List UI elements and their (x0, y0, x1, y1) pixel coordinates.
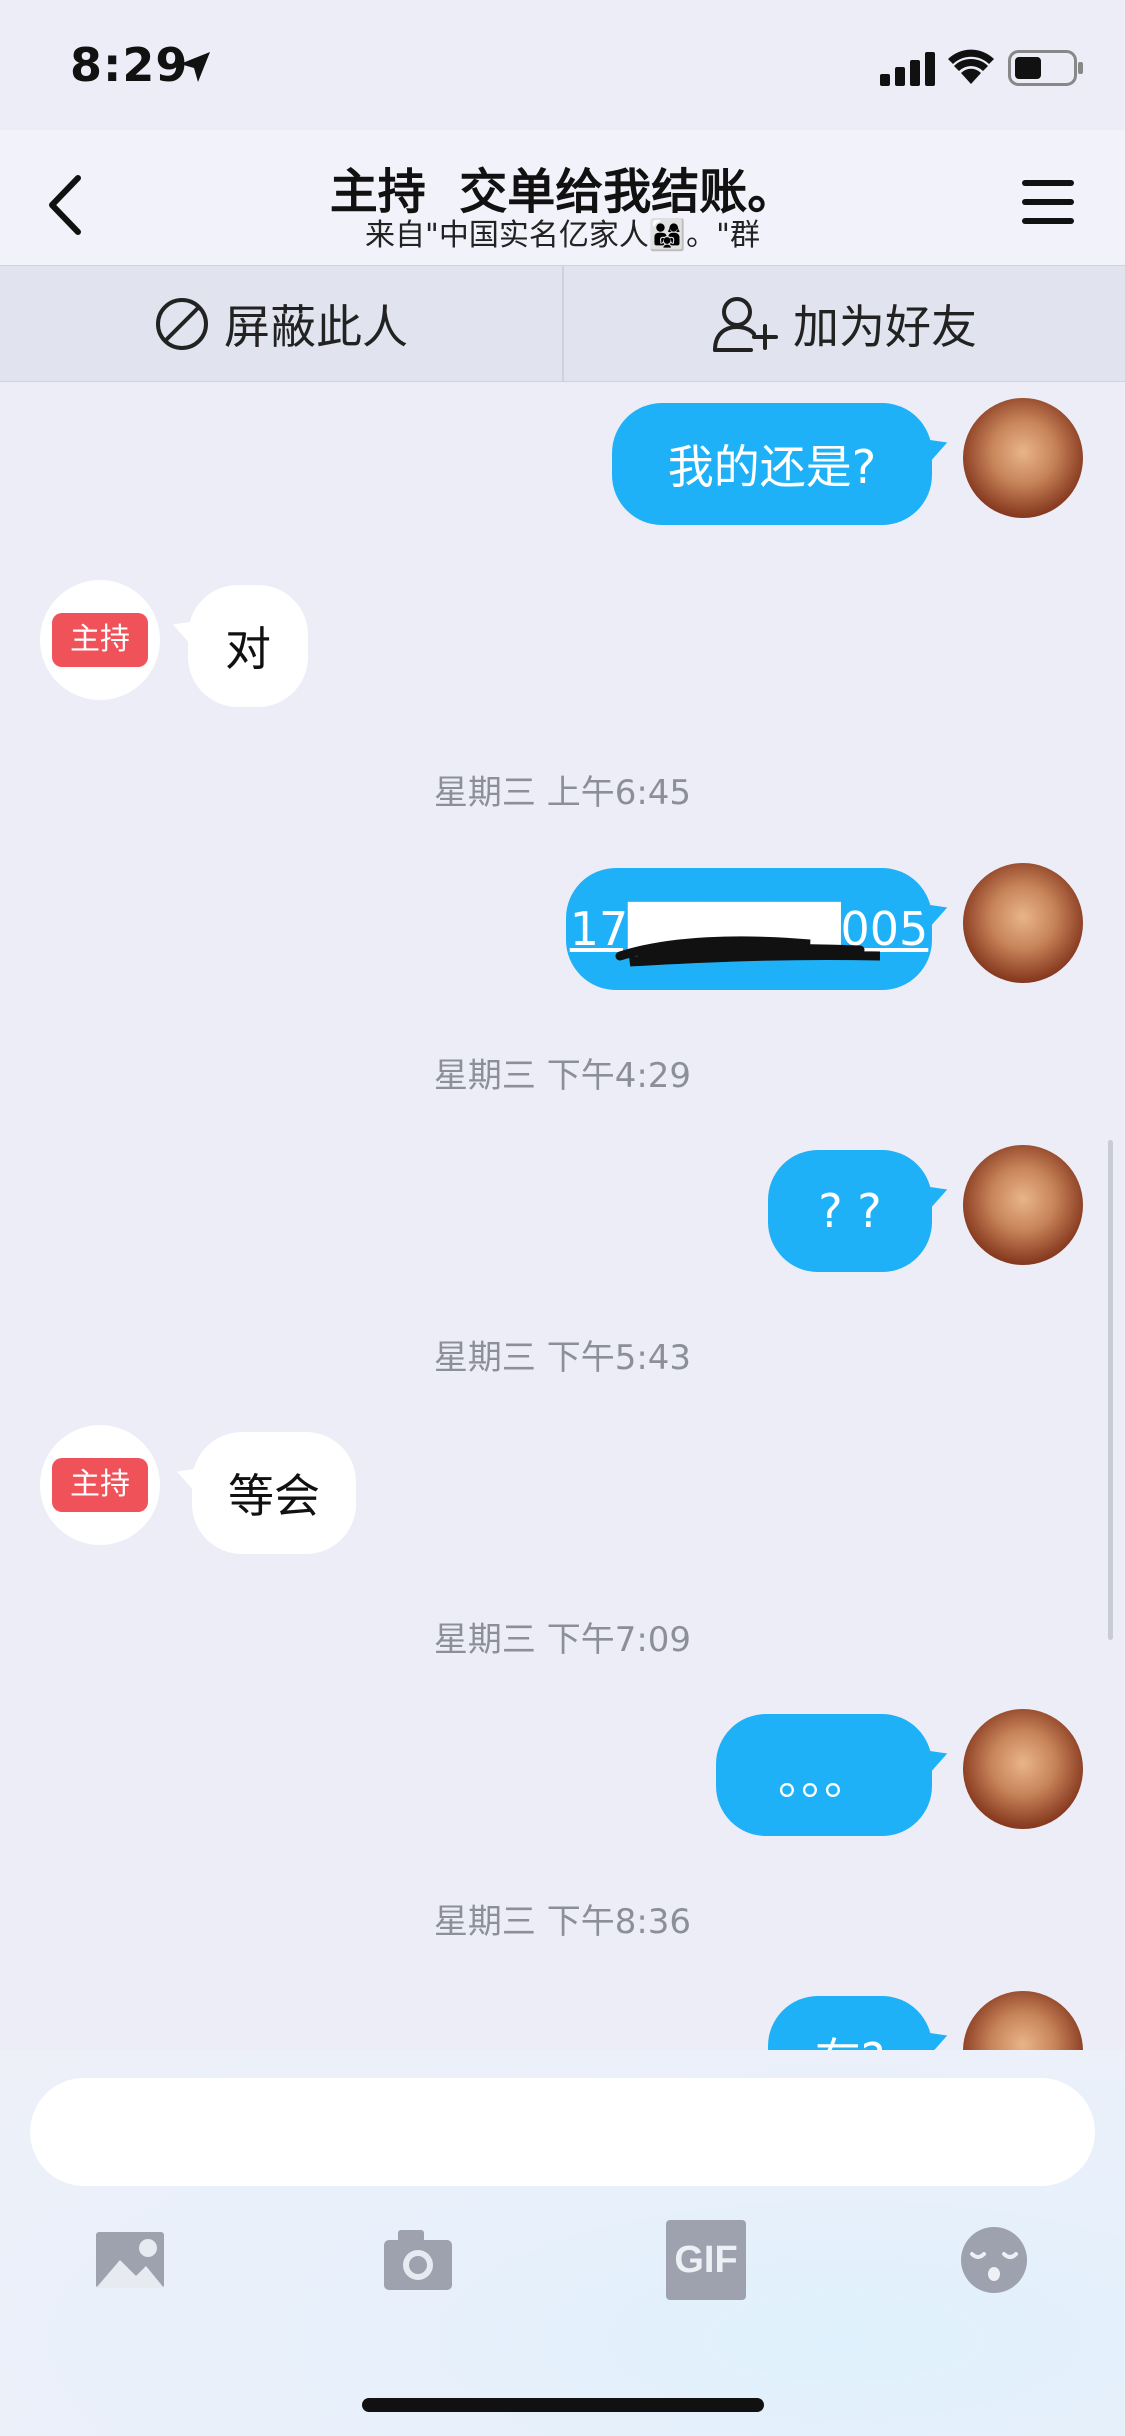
wifi-icon (948, 49, 994, 84)
timestamp: 星期三 下午5:43 (433, 1338, 692, 1378)
add-friend-label: 加为好友 (793, 299, 977, 354)
scrollbar[interactable] (1108, 1140, 1113, 1640)
host-avatar[interactable]: 主持 (40, 580, 160, 700)
menu-icon[interactable] (1020, 172, 1076, 232)
gif-icon[interactable]: GIF (666, 2220, 746, 2300)
my-avatar[interactable] (963, 1709, 1083, 1829)
timestamp: 星期三 下午4:29 (433, 1056, 692, 1096)
timestamp: 星期三 下午7:09 (433, 1620, 692, 1660)
nav-bar: 主持 交单给我结账。 来自"中国实名亿家人👨‍👩‍👧。"群 (0, 130, 1125, 265)
my-avatar[interactable] (963, 863, 1083, 983)
message-text: ? ? (818, 1184, 882, 1238)
status-bar: 8:29 (0, 0, 1125, 130)
message-outgoing[interactable]: 在? (768, 1996, 932, 2050)
message-outgoing[interactable]: ? ? (768, 1150, 932, 1272)
home-indicator (362, 2398, 764, 2412)
message-text: 我的还是? (667, 440, 877, 494)
message-input[interactable] (30, 2078, 1095, 2186)
my-avatar[interactable] (963, 398, 1083, 518)
location-arrow-icon (180, 52, 210, 82)
message-text: 对 (225, 622, 271, 676)
message-incoming[interactable]: 对 (188, 585, 308, 707)
timestamp: 星期三 下午8:36 (433, 1902, 692, 1942)
message-outgoing[interactable]: 我的还是? (612, 403, 932, 525)
signal-icon (880, 52, 935, 86)
timestamp: 星期三 上午6:45 (433, 773, 692, 813)
action-bar: 屏蔽此人 加为好友 (0, 265, 1125, 382)
host-badge: 主持 (52, 1458, 148, 1512)
message-text: 。。。 (778, 1751, 870, 1805)
message-text: 在? (815, 2024, 885, 2050)
my-avatar[interactable] (963, 1145, 1083, 1265)
message-incoming[interactable]: 等会 (192, 1432, 356, 1554)
host-avatar[interactable]: 主持 (40, 1425, 160, 1545)
host-badge: 主持 (52, 613, 148, 667)
message-text: 等会 (228, 1469, 320, 1523)
camera-icon[interactable] (378, 2220, 458, 2300)
compose-area: GIF (0, 2050, 1125, 2436)
block-user-label: 屏蔽此人 (224, 299, 408, 354)
status-time: 8:29 (70, 38, 189, 92)
add-friend-button[interactable]: 加为好友 (563, 266, 1125, 381)
emoji-icon[interactable] (954, 2220, 1034, 2300)
message-outgoing[interactable]: 17██████005 (566, 868, 932, 990)
block-icon (156, 297, 208, 350)
chat-subtitle: 来自"中国实名亿家人👨‍👩‍👧。"群 (365, 218, 760, 253)
gif-label: GIF (674, 2238, 738, 2281)
message-outgoing[interactable]: 。。。 (716, 1714, 932, 1836)
block-user-button[interactable]: 屏蔽此人 (0, 266, 564, 381)
image-icon[interactable] (90, 2220, 170, 2300)
redaction-scribble (615, 936, 880, 967)
phone-number-link[interactable]: 17██████005 (570, 902, 928, 967)
chat-scroll-area[interactable]: 我的还是? 主持 对 星期三 上午6:45 17██████005 星期三 下午… (0, 380, 1125, 2050)
my-avatar[interactable] (963, 1991, 1083, 2050)
add-friend-icon (713, 296, 778, 352)
battery-icon (1008, 50, 1083, 86)
